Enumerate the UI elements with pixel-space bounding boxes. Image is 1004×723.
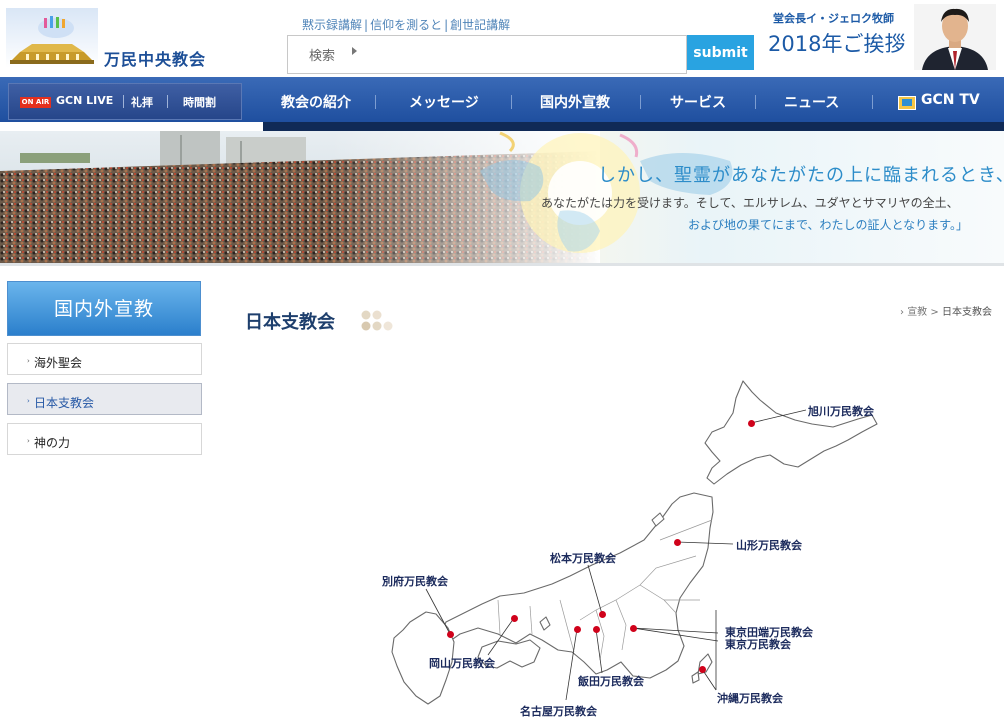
church-label-okinawa[interactable]: 沖縄万民教会 <box>717 690 783 706</box>
church-label-matsumoto[interactable]: 松本万民教会 <box>550 550 616 566</box>
church-label-asahikawa[interactable]: 旭川万民教会 <box>808 403 874 419</box>
church-marker-matsumoto[interactable] <box>598 610 606 618</box>
church-marker-tokyo[interactable] <box>629 624 637 632</box>
church-marker-okayama[interactable] <box>510 614 518 622</box>
church-label-okayama[interactable]: 岡山万民教会 <box>429 655 495 671</box>
church-label-yamagata[interactable]: 山形万民教会 <box>736 537 802 553</box>
southern-island <box>691 671 700 684</box>
church-marker-okinawa[interactable] <box>698 665 706 673</box>
hokkaido-outline <box>704 380 878 485</box>
church-label-tokyo[interactable]: 東京万民教会 <box>725 636 791 652</box>
church-marker-iida[interactable] <box>592 625 600 633</box>
church-marker-nagoya[interactable] <box>573 625 581 633</box>
church-label-iida[interactable]: 飯田万民教会 <box>578 673 644 689</box>
church-marker-beppu[interactable] <box>446 630 454 638</box>
japan-map <box>391 380 878 705</box>
church-marker-asahikawa[interactable] <box>747 419 755 427</box>
church-label-nagoya[interactable]: 名古屋万民教会 <box>520 703 597 719</box>
church-marker-yamagata[interactable] <box>673 538 681 546</box>
church-label-beppu[interactable]: 別府万民教会 <box>382 573 448 589</box>
